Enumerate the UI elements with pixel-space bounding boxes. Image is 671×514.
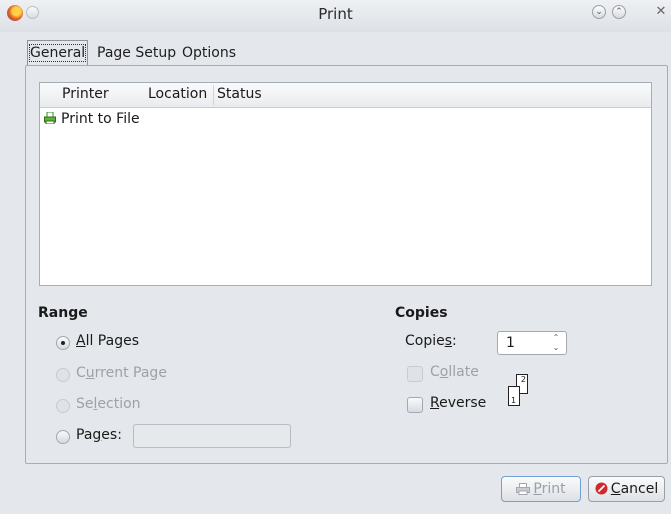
printer-icon [516, 483, 531, 495]
cancel-icon [595, 482, 608, 495]
copies-spinbox[interactable]: 1 ⌃ ⌄ [497, 331, 567, 355]
tab-options[interactable]: Options [180, 42, 238, 64]
minimize-button[interactable]: ⌄ [592, 5, 606, 19]
copies-value[interactable]: 1 [506, 335, 515, 351]
collate-checkbox[interactable] [407, 366, 423, 382]
reverse-checkbox[interactable] [407, 397, 423, 413]
all-pages-radio[interactable] [56, 336, 70, 350]
pages-input[interactable] [133, 424, 291, 448]
printer-list[interactable]: Printer Location Status Print to File [39, 82, 652, 286]
current-page-radio[interactable] [56, 368, 70, 382]
range-heading: Range [38, 305, 88, 321]
printer-name: Print to File [61, 111, 140, 127]
collate-label[interactable]: Collate [430, 364, 479, 380]
column-header-location[interactable]: Location [148, 86, 207, 102]
pages-label[interactable]: Pages: [76, 427, 122, 443]
printer-list-header: Printer Location Status [40, 83, 651, 108]
selection-radio[interactable] [56, 399, 70, 413]
spin-down-icon[interactable]: ⌄ [550, 343, 562, 353]
spin-arrows[interactable]: ⌃ ⌄ [550, 333, 562, 353]
collate-preview-icon: 2 1 [506, 372, 532, 408]
list-item[interactable]: Print to File [44, 111, 140, 131]
maximize-button[interactable]: ⌃ [612, 5, 626, 19]
spin-up-icon[interactable]: ⌃ [550, 333, 562, 343]
copies-heading: Copies [395, 305, 448, 321]
title-bar: Print ⌄ ⌃ ✕ [0, 0, 671, 32]
pages-radio[interactable] [56, 430, 70, 444]
printer-icon [44, 112, 56, 124]
close-button[interactable]: ✕ [654, 5, 668, 19]
tab-general[interactable]: General [27, 40, 89, 66]
print-button[interactable]: Print [501, 476, 581, 502]
reverse-label[interactable]: Reverse [430, 395, 486, 411]
tab-page-setup[interactable]: Page Setup [95, 42, 178, 64]
sheet-1: 1 [508, 386, 520, 406]
selection-label[interactable]: Selection [76, 396, 141, 412]
current-page-label[interactable]: Current Page [76, 365, 167, 381]
column-header-printer[interactable]: Printer [62, 86, 109, 102]
column-header-status[interactable]: Status [217, 86, 262, 102]
cancel-button[interactable]: Cancel [588, 476, 665, 502]
copies-label: Copies: [405, 333, 457, 349]
all-pages-label[interactable]: All Pages [76, 333, 139, 349]
window-title: Print [318, 5, 353, 23]
